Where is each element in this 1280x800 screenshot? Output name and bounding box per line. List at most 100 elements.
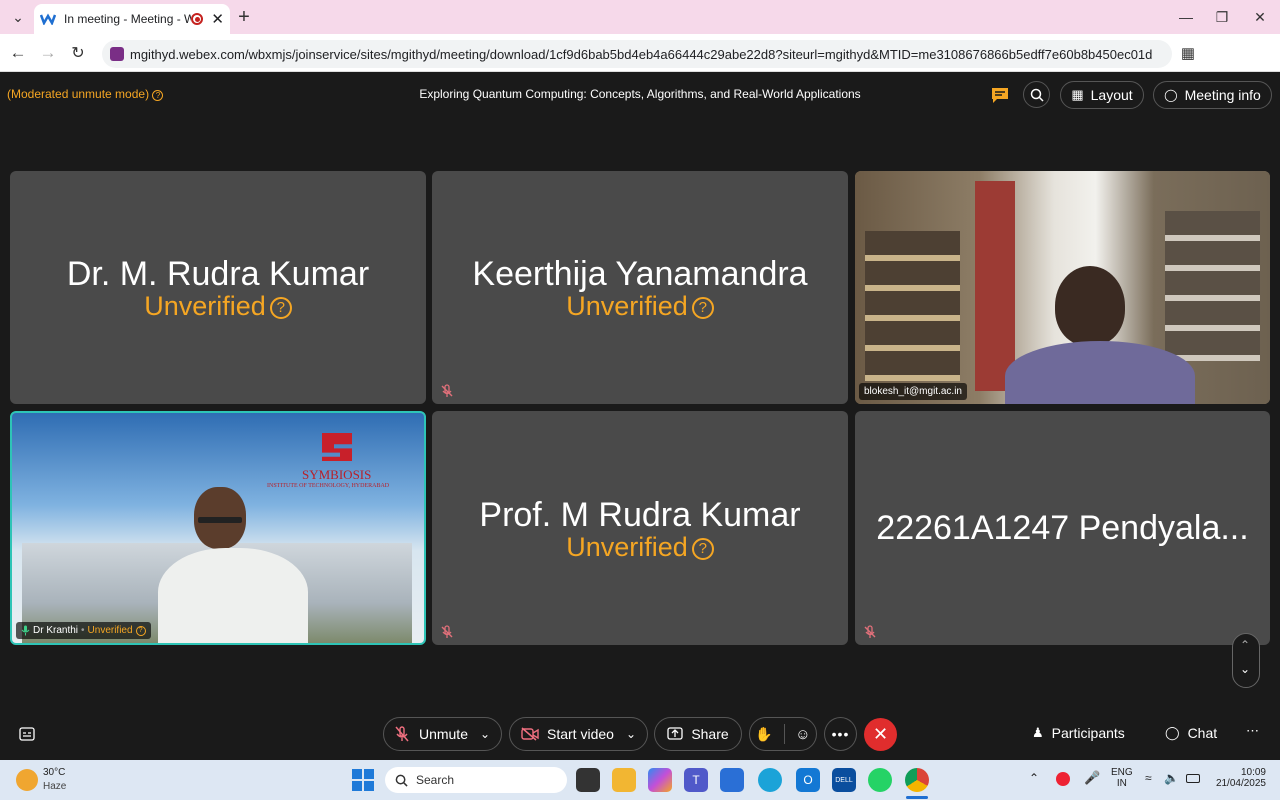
more-menu-icon[interactable]: ⋯	[1246, 723, 1259, 739]
wifi-icon[interactable]: ≈	[1145, 771, 1152, 785]
info-circle-icon: ?	[152, 90, 164, 101]
new-tab-icon[interactable]: +	[230, 3, 258, 31]
more-horizontal-icon: •••	[831, 726, 850, 742]
chrome-icon[interactable]	[905, 768, 929, 792]
taskbar-search-box[interactable]: Search	[385, 767, 567, 793]
participant-name: Keerthija Yanamandra	[472, 255, 808, 293]
zoom-search-button[interactable]	[1023, 81, 1050, 108]
start-video-label: Start video	[547, 726, 614, 742]
share-label: Share	[691, 726, 729, 742]
onedrive-status-icon[interactable]	[1056, 772, 1070, 786]
participant-tile[interactable]: 22261A1247 Pendyala...	[855, 411, 1270, 645]
whatsapp-icon[interactable]	[868, 768, 892, 792]
close-window-icon[interactable]: ✕	[1246, 3, 1274, 31]
language-indicator[interactable]: ENG IN	[1111, 767, 1133, 789]
person-head	[1055, 266, 1125, 346]
weather-haze-icon[interactable]	[16, 769, 38, 791]
participant-video-tile[interactable]: blokesh_it@mgit.ac.in	[855, 171, 1270, 404]
restore-icon[interactable]: ❐	[1208, 3, 1236, 31]
active-speaker-tile[interactable]: SYMBIOSIS INSTITUTE OF TECHNOLOGY, HYDER…	[10, 411, 426, 645]
start-video-button[interactable]: Start video ⌄	[509, 717, 648, 751]
captions-icon[interactable]	[19, 727, 35, 741]
back-icon[interactable]: ←	[4, 39, 32, 67]
participant-tile[interactable]: Keerthija Yanamandra Unverified?	[432, 171, 848, 404]
reactions-group: ✋ ☺	[749, 717, 817, 751]
battery-icon[interactable]	[1186, 774, 1200, 783]
unmute-button[interactable]: Unmute ⌄	[383, 717, 502, 751]
help-icon: ?	[135, 625, 146, 636]
chevron-down-icon[interactable]: ⌄	[480, 727, 490, 741]
edge-icon[interactable]	[758, 768, 782, 792]
chevron-down-icon[interactable]: ⌄	[626, 727, 636, 741]
person-body	[1005, 341, 1195, 404]
mic-active-icon	[21, 625, 30, 636]
chat-label: Chat	[1187, 725, 1218, 741]
tab-list-chevron-icon[interactable]: ⌄	[4, 3, 32, 31]
recording-indicator-icon	[191, 13, 204, 25]
participant-label: blokesh_it@mgit.ac.in	[859, 383, 967, 400]
search-placeholder: Search	[416, 773, 455, 787]
close-icon: ✕	[872, 724, 889, 744]
participant-label: Dr Kranthi • Unverified ?	[16, 622, 151, 639]
divider	[783, 724, 785, 744]
teams-icon[interactable]: T	[684, 768, 708, 792]
forward-icon[interactable]: →	[34, 39, 62, 67]
unmute-label: Unmute	[418, 726, 468, 742]
site-info-icon[interactable]	[110, 47, 124, 61]
weather-condition: Haze	[43, 781, 67, 792]
browser-tab-bar: ⌄ In meeting - Meeting - Webex ✕ + — ❐ ✕	[0, 0, 1280, 34]
shield-icon: ◯	[1164, 88, 1178, 102]
meeting-info-button[interactable]: ◯ Meeting info	[1153, 81, 1272, 109]
layout-button[interactable]: ▦ Layout	[1060, 81, 1144, 109]
participants-button[interactable]: ♟ Participants	[1032, 725, 1125, 741]
chat-icon: ◯	[1165, 725, 1180, 740]
clock-time: 10:09	[1240, 767, 1266, 778]
unverified-badge: Unverified?	[432, 532, 848, 563]
moderated-mode-indicator[interactable]: (Moderated unmute mode) ?	[7, 87, 164, 101]
minimize-icon[interactable]: —	[1172, 3, 1200, 31]
tab-title: In meeting - Meeting - Webex	[64, 12, 192, 26]
logo-subtext: INSTITUTE OF TECHNOLOGY, HYDERABAD	[267, 483, 390, 489]
mode-text: (Moderated unmute mode)	[7, 87, 150, 101]
volume-icon[interactable]: 🔈	[1164, 771, 1179, 785]
dell-icon[interactable]: DELL	[832, 768, 856, 792]
windows-taskbar: 30°C Haze Search T O DELL ⌃ 🎤 ENG IN ≈ 🔈	[0, 760, 1280, 800]
chat-button[interactable]: ◯ Chat	[1165, 725, 1217, 741]
glasses	[198, 517, 242, 523]
participant-tile[interactable]: Dr. M. Rudra Kumar Unverified?	[10, 171, 426, 404]
bookshelf	[1165, 211, 1260, 361]
outlook-icon[interactable]: O	[796, 768, 820, 792]
participants-label: Participants	[1051, 725, 1125, 741]
unverified-badge: Unverified?	[432, 291, 848, 322]
task-view-icon[interactable]	[576, 768, 600, 792]
share-button[interactable]: Share	[654, 717, 742, 751]
address-input[interactable]: mgithyd.webex.com/wbxmjs/joinservice/sit…	[102, 40, 1172, 68]
mic-muted-icon	[441, 384, 453, 397]
microphone-icon[interactable]: 🎤	[1084, 770, 1100, 786]
chevron-down-icon[interactable]: ⌄	[1240, 662, 1250, 676]
bookshelf	[865, 231, 960, 381]
raise-hand-icon[interactable]: ✋	[755, 726, 772, 743]
leave-meeting-button[interactable]: ✕	[864, 718, 897, 751]
store-icon[interactable]	[720, 768, 744, 792]
curtain	[975, 181, 1015, 391]
copilot-icon[interactable]	[648, 768, 672, 792]
participant-tile[interactable]: Prof. M Rudra Kumar Unverified?	[432, 411, 848, 645]
chevron-up-icon[interactable]: ⌃	[1029, 771, 1039, 785]
browser-tab[interactable]: In meeting - Meeting - Webex ✕	[34, 4, 230, 34]
clock[interactable]: 10:09 21/04/2025	[1212, 767, 1266, 789]
webex-favicon-icon	[40, 13, 56, 25]
grid-layout-icon: ▦	[1071, 87, 1084, 102]
reload-icon[interactable]: ↻	[64, 39, 92, 67]
reactions-smiley-icon[interactable]: ☺	[795, 726, 810, 743]
file-explorer-icon[interactable]	[612, 768, 636, 792]
more-options-button[interactable]: •••	[824, 717, 857, 751]
close-tab-icon[interactable]: ✕	[211, 10, 224, 28]
chevron-up-icon[interactable]: ⌃	[1240, 638, 1250, 652]
unverified-badge: Unverified?	[10, 291, 426, 322]
magnifier-icon	[1030, 88, 1044, 102]
windows-start-icon[interactable]	[352, 769, 374, 791]
extensions-icon[interactable]: ▦	[1174, 39, 1202, 67]
chat-bubble-icon[interactable]	[990, 86, 1010, 104]
participant-name: Dr. M. Rudra Kumar	[66, 255, 370, 293]
